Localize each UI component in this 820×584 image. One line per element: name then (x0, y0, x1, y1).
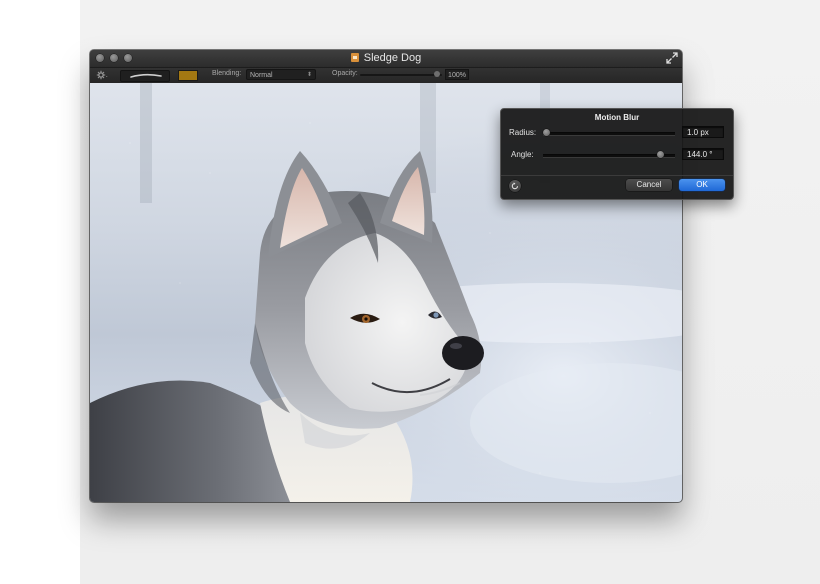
document-icon (350, 53, 359, 62)
opacity-label: Opacity: (332, 70, 358, 77)
opacity-value-field[interactable]: 100% (445, 69, 469, 80)
color-swatch[interactable] (178, 70, 198, 81)
opacity-slider-knob[interactable] (434, 71, 440, 77)
opacity-slider-track[interactable] (360, 74, 442, 76)
radius-slider-track[interactable] (543, 132, 675, 136)
blending-label: Blending: (212, 70, 242, 77)
title-bar: Sledge Dog (90, 50, 682, 67)
angle-slider-track[interactable] (543, 154, 675, 158)
panel-divider (501, 175, 733, 176)
radius-slider-knob[interactable] (543, 129, 550, 136)
radius-value-field[interactable]: 1.0 px (682, 126, 724, 138)
reset-icon (511, 182, 519, 190)
angle-label: Angle: (511, 150, 534, 159)
gear-icon[interactable] (96, 70, 108, 80)
ok-button[interactable]: OK (679, 179, 725, 191)
cancel-button[interactable]: Cancel (626, 179, 672, 191)
blending-select[interactable]: Normal ⬍ (246, 69, 316, 80)
panel-title: Motion Blur (594, 113, 640, 122)
motion-blur-panel: Motion Blur Radius: 1.0 px Angle: 144.0 … (500, 108, 734, 200)
select-arrows-icon: ⬍ (306, 72, 312, 78)
window-title: Sledge Dog (363, 52, 422, 64)
angle-value-field[interactable]: 144.0 ° (682, 148, 724, 160)
window-title-group: Sledge Dog (90, 52, 682, 64)
blending-select-value: Normal (250, 72, 273, 79)
radius-label: Radius: (509, 128, 537, 137)
fullscreen-icon[interactable] (666, 52, 678, 64)
angle-slider-knob[interactable] (657, 151, 664, 158)
brush-preview[interactable] (120, 70, 170, 82)
toolbar: Blending: Normal ⬍ Opacity: 100% (90, 67, 682, 84)
reset-button[interactable] (509, 180, 521, 192)
